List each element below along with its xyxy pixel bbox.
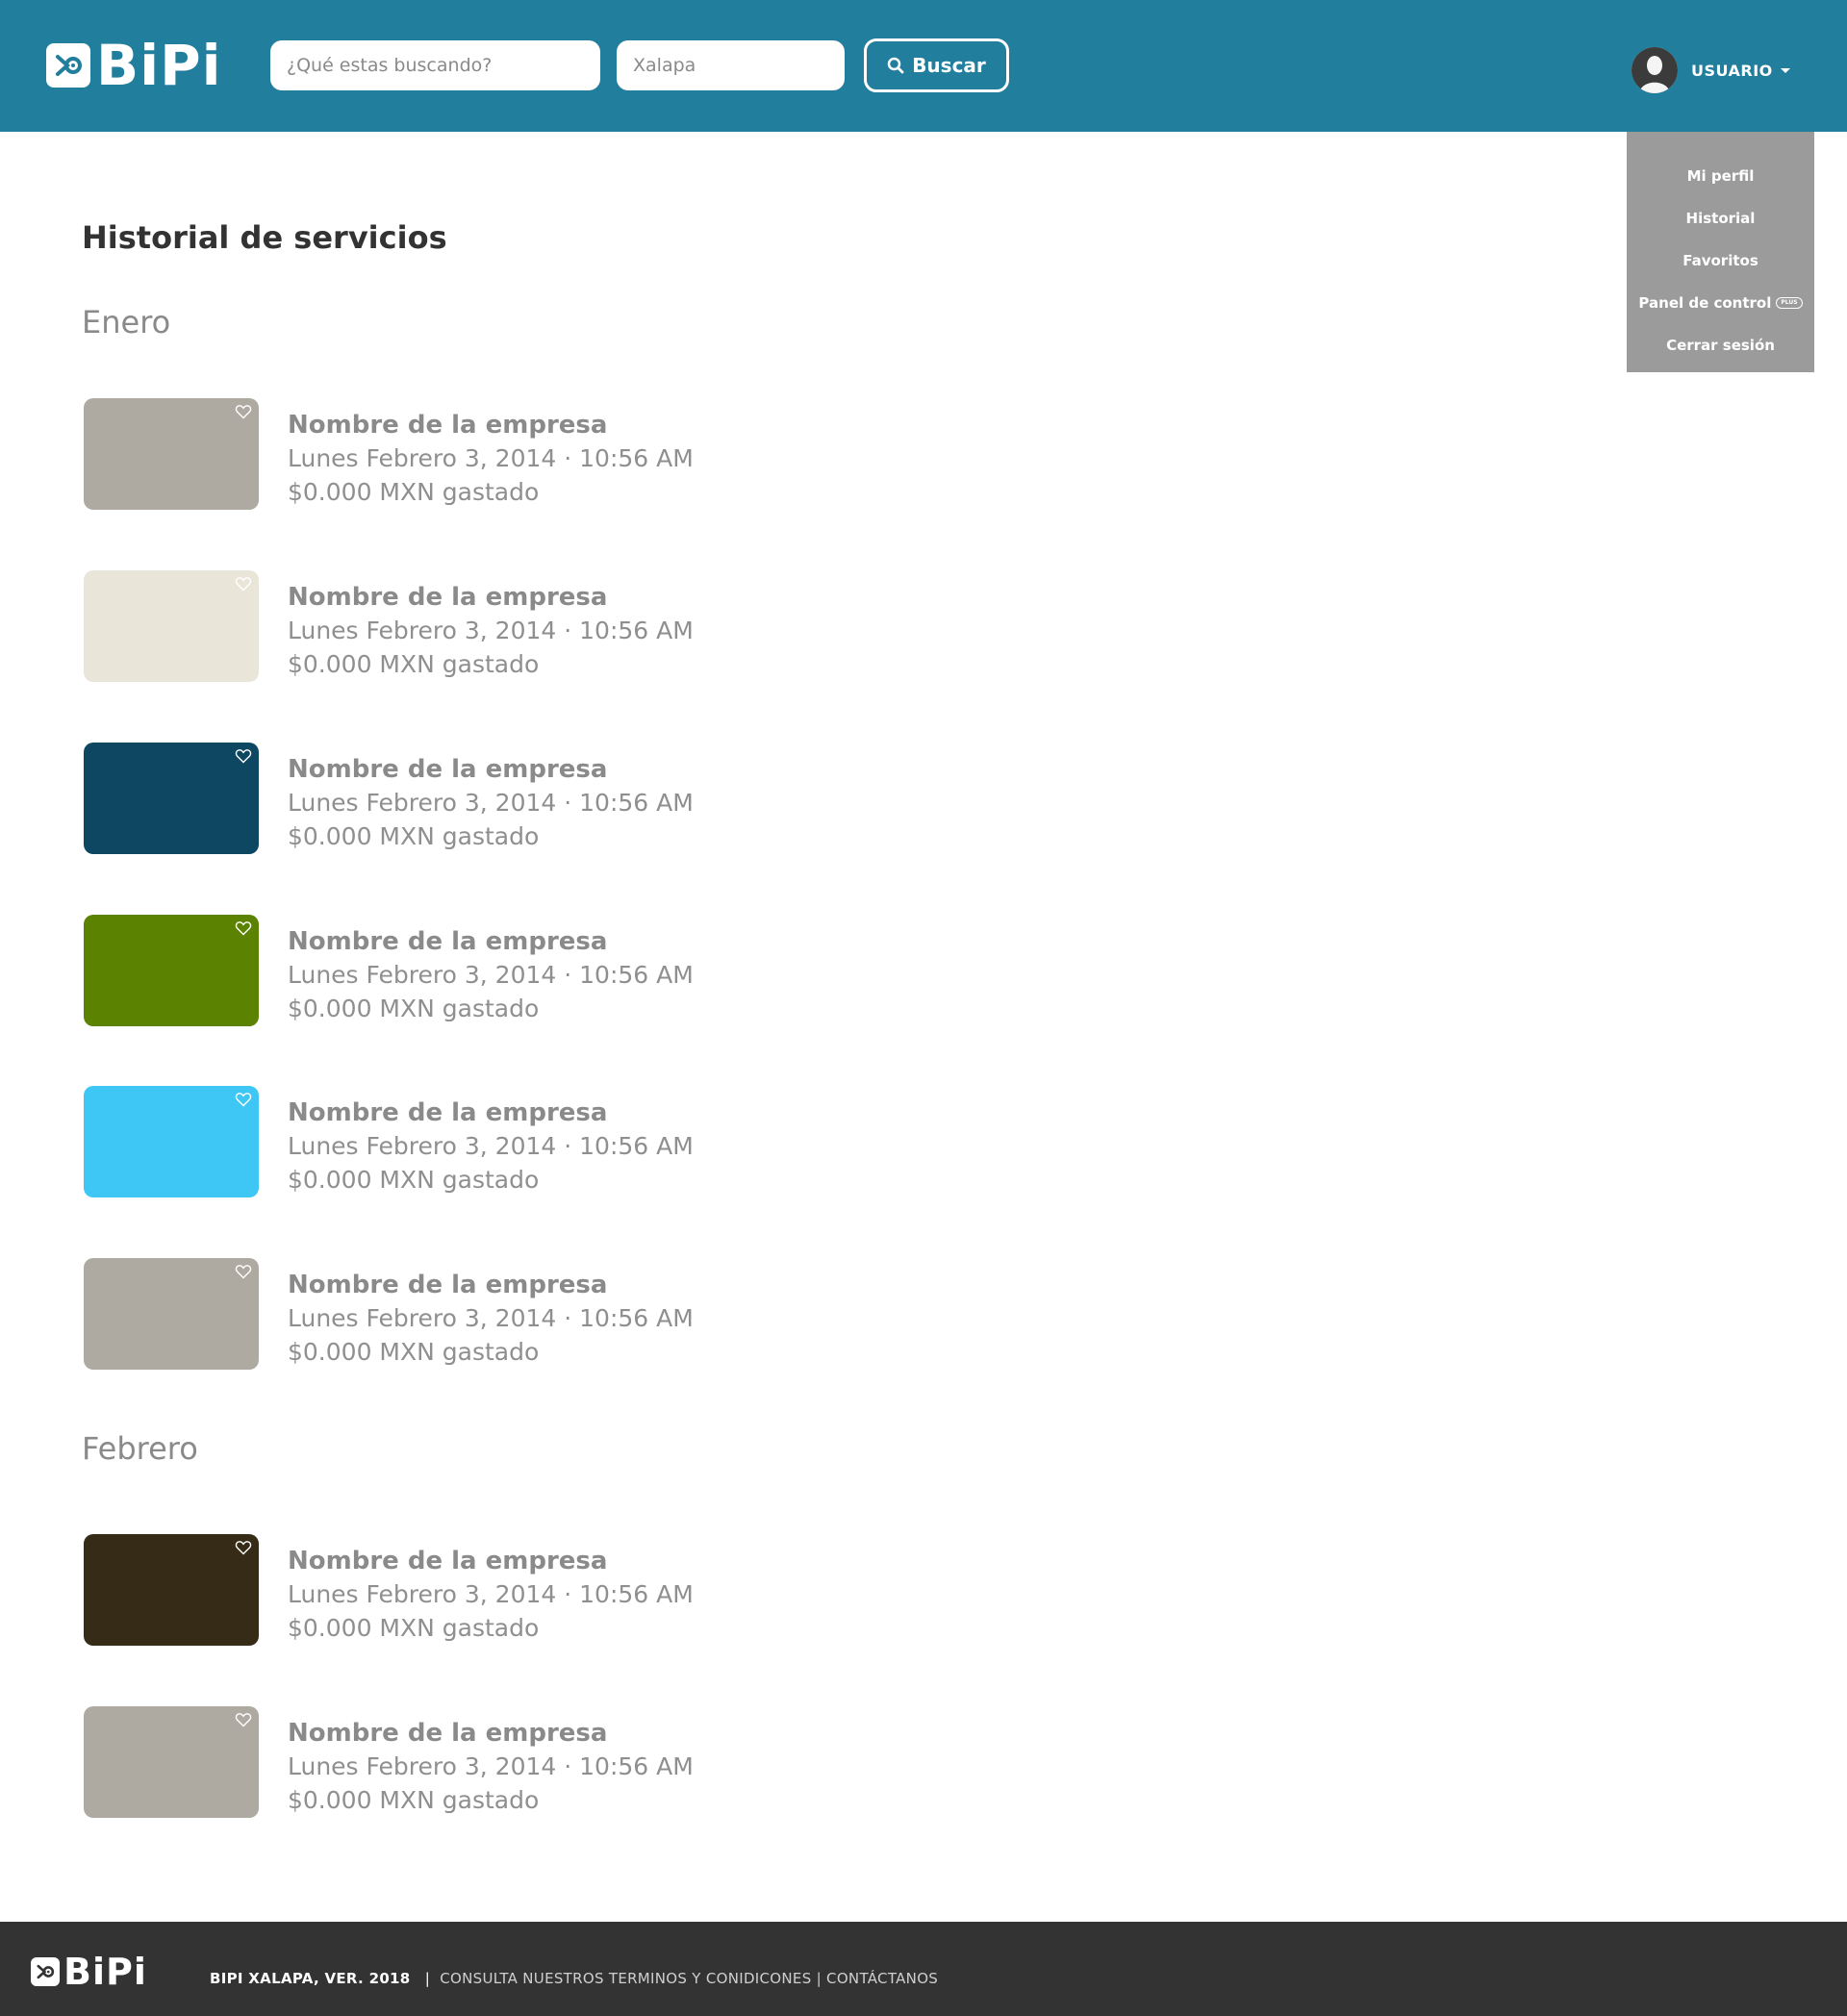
service-date: Lunes Febrero 3, 2014 · 10:56 AM [288, 1752, 694, 1780]
heart-icon[interactable] [235, 747, 252, 765]
business-name[interactable]: Nombre de la empresa [288, 1098, 694, 1132]
search-icon [887, 57, 904, 74]
user-label: USUARIO [1691, 61, 1773, 80]
history-item-info: Nombre de la empresa Lunes Febrero 3, 20… [288, 915, 694, 1028]
logo-mark-icon [46, 43, 90, 88]
location-input[interactable] [617, 40, 845, 90]
menu-item-label: Panel de control [1638, 294, 1772, 312]
business-thumbnail[interactable] [84, 398, 259, 510]
amount-spent: $0.000 MXN gastado [288, 995, 540, 1022]
amount-spent: $0.000 MXN gastado [288, 822, 540, 850]
menu-item-cerrar-sesion[interactable]: Cerrar sesión [1627, 324, 1814, 366]
history-item-info: Nombre de la empresa Lunes Febrero 3, 20… [288, 1534, 694, 1648]
logo-wordmark: BiPi [96, 33, 222, 98]
service-date: Lunes Febrero 3, 2014 · 10:56 AM [288, 789, 694, 817]
menu-item-mi-perfil[interactable]: Mi perfil [1627, 155, 1814, 197]
business-thumbnail[interactable] [84, 570, 259, 682]
terms-link[interactable]: CONSULTA NUESTROS TERMINOS Y CONIDICONES [440, 1970, 811, 1987]
history-item: Nombre de la empresa Lunes Febrero 3, 20… [84, 1086, 694, 1199]
business-name[interactable]: Nombre de la empresa [288, 1271, 694, 1304]
chevron-down-icon [1780, 67, 1790, 73]
history-item: Nombre de la empresa Lunes Febrero 3, 20… [84, 1706, 694, 1820]
business-name[interactable]: Nombre de la empresa [288, 755, 694, 789]
search-button-label: Buscar [912, 54, 986, 77]
amount-spent: $0.000 MXN gastado [288, 1338, 540, 1366]
business-thumbnail[interactable] [84, 915, 259, 1026]
footer-copyright: BIPI XALAPA, VER. 2018 [210, 1970, 411, 1987]
service-date: Lunes Febrero 3, 2014 · 10:56 AM [288, 961, 694, 989]
footer-separator: | [424, 1970, 431, 1987]
business-thumbnail[interactable] [84, 743, 259, 854]
footer-logo[interactable]: BiPi [31, 1951, 147, 1993]
search-input[interactable] [270, 40, 600, 90]
logo-wordmark: BiPi [63, 1951, 147, 1993]
month-heading-febrero: Febrero [82, 1430, 198, 1467]
amount-spent: $0.000 MXN gastado [288, 1786, 540, 1814]
heart-icon[interactable] [235, 1091, 252, 1108]
business-name[interactable]: Nombre de la empresa [288, 1547, 694, 1580]
history-item: Nombre de la empresa Lunes Febrero 3, 20… [84, 1534, 694, 1648]
service-date: Lunes Febrero 3, 2014 · 10:56 AM [288, 617, 694, 644]
business-thumbnail[interactable] [84, 1258, 259, 1370]
menu-item-label: Historial [1685, 210, 1756, 227]
user-dropdown-menu: Mi perfil Historial Favoritos Panel de c… [1627, 132, 1814, 372]
footer-text: BIPI XALAPA, VER. 2018 | CONSULTA NUESTR… [210, 1970, 938, 1987]
history-item-info: Nombre de la empresa Lunes Febrero 3, 20… [288, 1258, 694, 1372]
business-thumbnail[interactable] [84, 1086, 259, 1197]
logo-mark-icon [31, 1957, 60, 1986]
history-item: Nombre de la empresa Lunes Febrero 3, 20… [84, 1258, 694, 1372]
business-name[interactable]: Nombre de la empresa [288, 583, 694, 617]
amount-spent: $0.000 MXN gastado [288, 478, 540, 506]
history-item: Nombre de la empresa Lunes Febrero 3, 20… [84, 398, 694, 512]
menu-item-panel-de-control[interactable]: Panel de control PLUS [1627, 282, 1814, 324]
history-item: Nombre de la empresa Lunes Febrero 3, 20… [84, 743, 694, 856]
business-name[interactable]: Nombre de la empresa [288, 927, 694, 961]
heart-icon[interactable] [235, 920, 252, 937]
top-header: BiPi Buscar USUARIO [0, 0, 1847, 132]
history-item-info: Nombre de la empresa Lunes Febrero 3, 20… [288, 1706, 694, 1820]
menu-item-historial[interactable]: Historial [1627, 197, 1814, 239]
history-item-info: Nombre de la empresa Lunes Febrero 3, 20… [288, 570, 694, 684]
heart-icon[interactable] [235, 1539, 252, 1556]
service-date: Lunes Febrero 3, 2014 · 10:56 AM [288, 1304, 694, 1332]
heart-icon[interactable] [235, 575, 252, 592]
user-menu-toggle[interactable]: USUARIO [1632, 47, 1790, 93]
footer-separator: | [816, 1970, 822, 1987]
service-date: Lunes Febrero 3, 2014 · 10:56 AM [288, 444, 694, 472]
history-item-info: Nombre de la empresa Lunes Febrero 3, 20… [288, 1086, 694, 1199]
business-name[interactable]: Nombre de la empresa [288, 1719, 694, 1752]
business-name[interactable]: Nombre de la empresa [288, 411, 694, 444]
month-heading-enero: Enero [82, 304, 171, 340]
service-date: Lunes Febrero 3, 2014 · 10:56 AM [288, 1132, 694, 1160]
business-thumbnail[interactable] [84, 1534, 259, 1646]
page-title: Historial de servicios [82, 219, 447, 256]
amount-spent: $0.000 MXN gastado [288, 1614, 540, 1642]
business-thumbnail[interactable] [84, 1706, 259, 1818]
avatar [1632, 47, 1678, 93]
amount-spent: $0.000 MXN gastado [288, 650, 540, 678]
menu-item-label: Mi perfil [1686, 167, 1755, 185]
history-item: Nombre de la empresa Lunes Febrero 3, 20… [84, 570, 694, 684]
contact-link[interactable]: CONTÁCTANOS [826, 1970, 938, 1987]
history-item-info: Nombre de la empresa Lunes Febrero 3, 20… [288, 743, 694, 856]
heart-icon[interactable] [235, 1711, 252, 1728]
menu-item-label: Favoritos [1683, 252, 1758, 269]
search-button[interactable]: Buscar [864, 38, 1009, 92]
page-footer: BiPi BIPI XALAPA, VER. 2018 | CONSULTA N… [0, 1922, 1847, 2016]
bipi-logo[interactable]: BiPi [46, 33, 222, 98]
service-date: Lunes Febrero 3, 2014 · 10:56 AM [288, 1580, 694, 1608]
menu-item-label: Cerrar sesión [1666, 337, 1775, 354]
heart-icon[interactable] [235, 1263, 252, 1280]
amount-spent: $0.000 MXN gastado [288, 1166, 540, 1194]
menu-item-favoritos[interactable]: Favoritos [1627, 239, 1814, 282]
history-item: Nombre de la empresa Lunes Febrero 3, 20… [84, 915, 694, 1028]
plus-badge: PLUS [1776, 297, 1803, 309]
heart-icon[interactable] [235, 403, 252, 420]
history-item-info: Nombre de la empresa Lunes Febrero 3, 20… [288, 398, 694, 512]
